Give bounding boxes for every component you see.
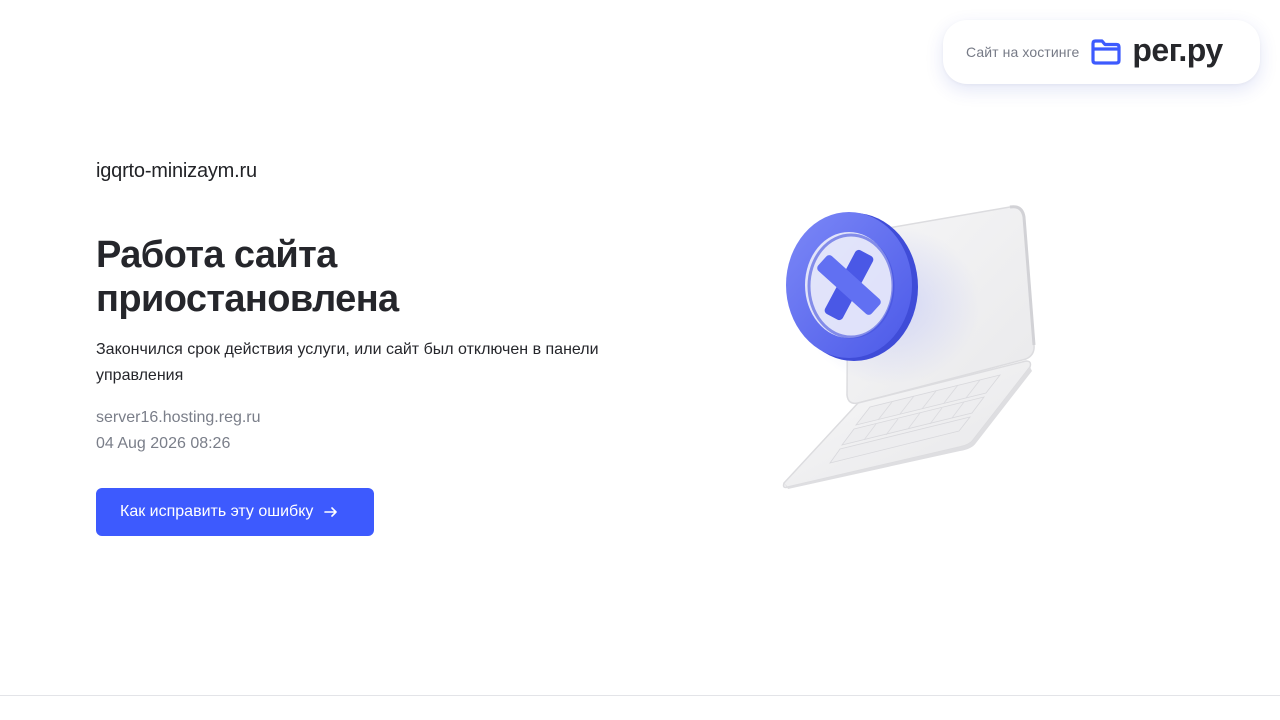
domain-name: igqrto-minizaym.ru [96,160,257,182]
error-description: Закончился срок действия услуги, или сай… [96,341,599,384]
how-to-fix-button-label: Как исправить эту ошибку [120,503,314,520]
hosting-label: Сайт на хостинге [966,44,1080,60]
folder-icon [1091,39,1121,65]
logo-wordmark: рег.ру [1132,32,1223,68]
page-title: Работа сайта приостановлена [96,233,616,321]
server-timestamp: 04 Aug 2026 08:26 [96,435,231,452]
page-title-line-1: Работа сайта [96,234,337,276]
server-info: server16.hosting.reg.ru 04 Aug 2026 08:2… [96,405,261,457]
footer-divider [0,695,1280,696]
reg-ru-logo[interactable]: рег.ру [1090,32,1223,68]
arrow-right-icon [324,507,338,517]
x-circle-icon [786,212,918,361]
hosting-badge[interactable]: Сайт на хостинге рег.ру [943,20,1260,84]
how-to-fix-button[interactable]: Как исправить эту ошибку [96,488,374,536]
page-title-line-2: приостановлена [96,278,399,320]
suspended-site-page: Сайт на хостинге рег.ру igqrto-minizaym.… [0,0,1280,720]
laptop-error-illustration [782,205,1036,489]
server-hostname: server16.hosting.reg.ru [96,409,261,426]
